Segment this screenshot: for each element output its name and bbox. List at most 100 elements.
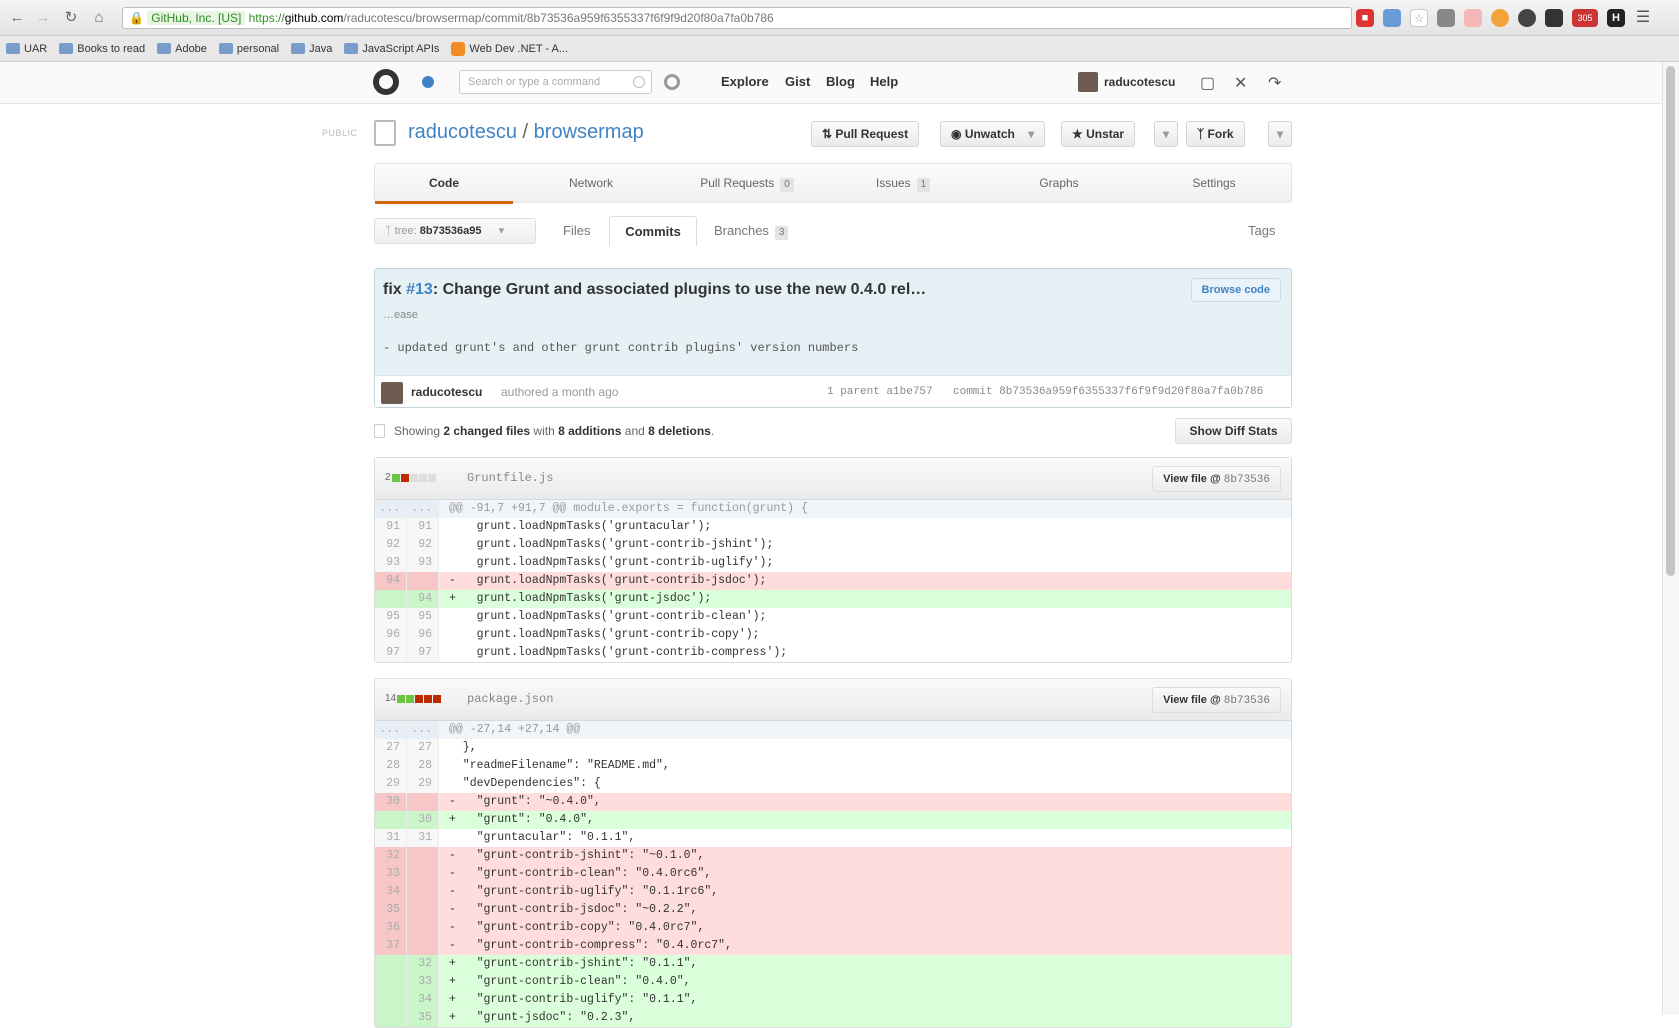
branch-selector[interactable]: ᛉ tree: 8b73536a95 ▾ [374, 218, 536, 244]
tab-pull-requests[interactable]: Pull Requests 0 [669, 164, 825, 204]
view-file-button[interactable]: View file @ 8b73536 [1152, 687, 1281, 713]
forward-icon[interactable]: → [34, 9, 52, 27]
extension-icon[interactable] [1491, 9, 1509, 27]
new-line-number[interactable]: 27 [407, 739, 439, 757]
tab-network[interactable]: Network [513, 164, 669, 204]
notifications-icon[interactable]: ▢ [1200, 73, 1215, 93]
show-diff-stats-button[interactable]: Show Diff Stats [1175, 418, 1292, 444]
new-line-number[interactable]: 32 [407, 955, 439, 973]
old-line-number[interactable]: 96 [375, 626, 407, 644]
chat-icon[interactable] [1545, 9, 1563, 27]
parent-commit[interactable]: 1 parent a1be757 [827, 386, 933, 398]
bookmark-folder[interactable]: Books to read [59, 43, 145, 55]
new-line-number[interactable]: 29 [407, 775, 439, 793]
menu-icon[interactable]: ☰ [1634, 9, 1652, 27]
file-name[interactable]: package.json [467, 692, 553, 706]
repo-name-link[interactable]: browsermap [534, 121, 644, 143]
settings-tools-icon[interactable]: ✕ [1234, 73, 1247, 93]
new-line-number[interactable]: 97 [407, 644, 439, 662]
new-line-number[interactable]: 94 [407, 590, 439, 608]
new-line-number[interactable]: 30 [407, 811, 439, 829]
old-line-number[interactable] [375, 955, 407, 973]
old-line-number[interactable] [375, 991, 407, 1009]
old-line-number[interactable]: 34 [375, 883, 407, 901]
new-line-number[interactable]: 28 [407, 757, 439, 775]
new-line-number[interactable] [407, 572, 439, 590]
avatar[interactable] [1078, 72, 1098, 92]
extension-icon[interactable] [1518, 9, 1536, 27]
old-line-number[interactable]: 31 [375, 829, 407, 847]
sign-out-icon[interactable]: ↷ [1268, 73, 1281, 93]
notification-badge[interactable]: 305 [1572, 9, 1598, 27]
new-line-number[interactable]: 33 [407, 973, 439, 991]
old-line-number[interactable]: 33 [375, 865, 407, 883]
new-line-number[interactable]: ... [407, 500, 439, 518]
fork-button[interactable]: ᛉ Fork [1186, 121, 1245, 147]
bookmark-folder[interactable]: UAR [6, 43, 47, 55]
old-line-number[interactable] [375, 973, 407, 991]
extension-icon[interactable] [1464, 9, 1482, 27]
repo-context-icon[interactable] [422, 76, 434, 88]
avatar[interactable] [381, 382, 403, 404]
new-line-number[interactable]: 92 [407, 536, 439, 554]
view-file-button[interactable]: View file @ 8b73536 [1152, 466, 1281, 492]
scrollbar-thumb[interactable] [1666, 66, 1675, 576]
reload-icon[interactable]: ↻ [62, 9, 80, 27]
new-line-number[interactable]: 95 [407, 608, 439, 626]
adblock-icon[interactable]: ■ [1356, 9, 1374, 27]
back-icon[interactable]: ← [8, 9, 26, 27]
new-line-number[interactable] [407, 865, 439, 883]
bookmark-folder[interactable]: Adobe [157, 43, 207, 55]
tab-issues[interactable]: Issues 1 [825, 164, 981, 204]
subtab-files[interactable]: Files [563, 216, 590, 246]
old-line-number[interactable]: 91 [375, 518, 407, 536]
old-line-number[interactable]: 97 [375, 644, 407, 662]
issue-link[interactable]: #13 [406, 281, 433, 298]
github-logo-icon[interactable] [373, 69, 399, 95]
gear-icon[interactable] [664, 74, 680, 90]
old-line-number[interactable]: 36 [375, 919, 407, 937]
old-line-number[interactable] [375, 590, 407, 608]
old-line-number[interactable]: 35 [375, 901, 407, 919]
new-line-number[interactable] [407, 901, 439, 919]
bookmark-link[interactable]: Web Dev .NET - A... [451, 41, 568, 56]
bookmark-folder[interactable]: JavaScript APIs [344, 43, 439, 55]
old-line-number[interactable]: 29 [375, 775, 407, 793]
h-extension-icon[interactable]: H [1607, 9, 1625, 27]
bookmark-folder[interactable]: personal [218, 43, 279, 55]
nav-blog[interactable]: Blog [826, 74, 855, 89]
new-line-number[interactable]: 93 [407, 554, 439, 572]
old-line-number[interactable]: 93 [375, 554, 407, 572]
pull-request-button[interactable]: ⇅ Pull Request [811, 121, 920, 147]
old-line-number[interactable]: 94 [375, 572, 407, 590]
old-line-number[interactable]: 32 [375, 847, 407, 865]
bookmark-folder[interactable]: Java [291, 43, 332, 55]
old-line-number[interactable]: 30 [375, 793, 407, 811]
extension-icon[interactable] [1383, 9, 1401, 27]
old-line-number[interactable] [375, 811, 407, 829]
nav-explore[interactable]: Explore [721, 74, 769, 89]
old-line-number[interactable]: 28 [375, 757, 407, 775]
old-line-number[interactable]: ... [375, 500, 407, 518]
old-line-number[interactable]: 95 [375, 608, 407, 626]
browse-code-button[interactable]: Browse code [1190, 278, 1281, 302]
new-line-number[interactable]: 31 [407, 829, 439, 847]
old-line-number[interactable]: 92 [375, 536, 407, 554]
nav-gist[interactable]: Gist [785, 74, 810, 89]
new-line-number[interactable] [407, 847, 439, 865]
pen-icon[interactable] [1437, 9, 1455, 27]
new-line-number[interactable]: 35 [407, 1009, 439, 1027]
fork-count[interactable]: ▾ [1268, 121, 1293, 147]
unstar-button[interactable]: ★ Unstar [1061, 121, 1136, 147]
scrollbar[interactable] [1662, 62, 1679, 1015]
username[interactable]: raducotescu [1104, 75, 1175, 89]
new-line-number[interactable]: ... [407, 721, 439, 739]
new-line-number[interactable]: 91 [407, 518, 439, 536]
old-line-number[interactable]: 37 [375, 937, 407, 955]
repo-owner-link[interactable]: raducotescu [408, 121, 517, 143]
subtab-tags[interactable]: Tags [1248, 216, 1275, 246]
tab-settings[interactable]: Settings [1137, 164, 1291, 204]
address-bar[interactable]: 🔒 GitHub, Inc. [US] https://github.com/r… [122, 7, 1352, 29]
author-name[interactable]: raducotescu [411, 385, 482, 399]
home-icon[interactable]: ⌂ [90, 9, 108, 27]
